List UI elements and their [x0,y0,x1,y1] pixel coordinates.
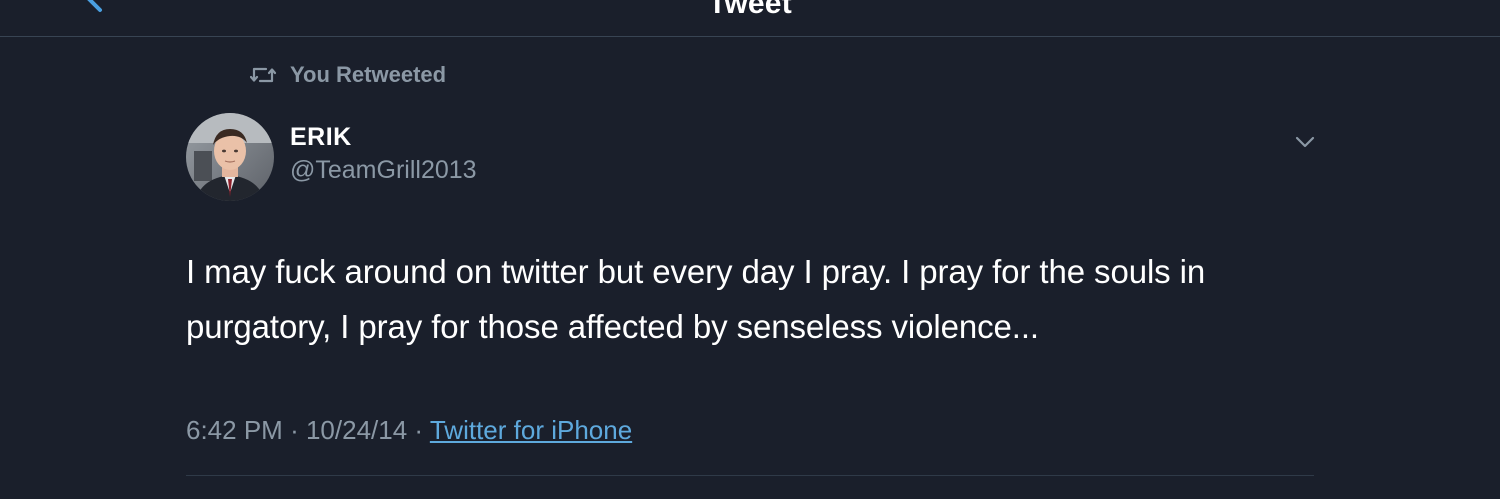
retweet-context: You Retweeted [249,60,447,90]
tweet-detail-screen: Tweet You Retweeted ERIK @TeamGrill2013 … [0,0,1500,499]
tweet-menu-button[interactable] [1290,130,1320,154]
author-name[interactable]: ERIK [290,123,352,152]
tweet-date: 10/24/14 [305,415,408,445]
top-navigation-bar: Tweet [0,0,1500,37]
meta-separator: · [414,415,424,445]
avatar[interactable] [186,113,274,201]
divider [186,475,1314,476]
retweet-icon [249,64,278,86]
page-title: Tweet [708,0,792,20]
tweet-source-link[interactable]: Twitter for iPhone [430,415,632,445]
retweet-context-label: You Retweeted [290,62,447,87]
meta-separator: · [290,415,299,445]
tweet-text: I may fuck around on twitter but every d… [186,253,1206,345]
avatar-photo [186,113,274,201]
author-handle[interactable]: @TeamGrill2013 [290,156,477,185]
tweet-time: 6:42 PM [186,415,283,445]
chevron-down-icon [1295,136,1315,148]
tweet-meta: 6:42 PM · 10/24/14 · Twitter for iPhone [186,415,632,446]
